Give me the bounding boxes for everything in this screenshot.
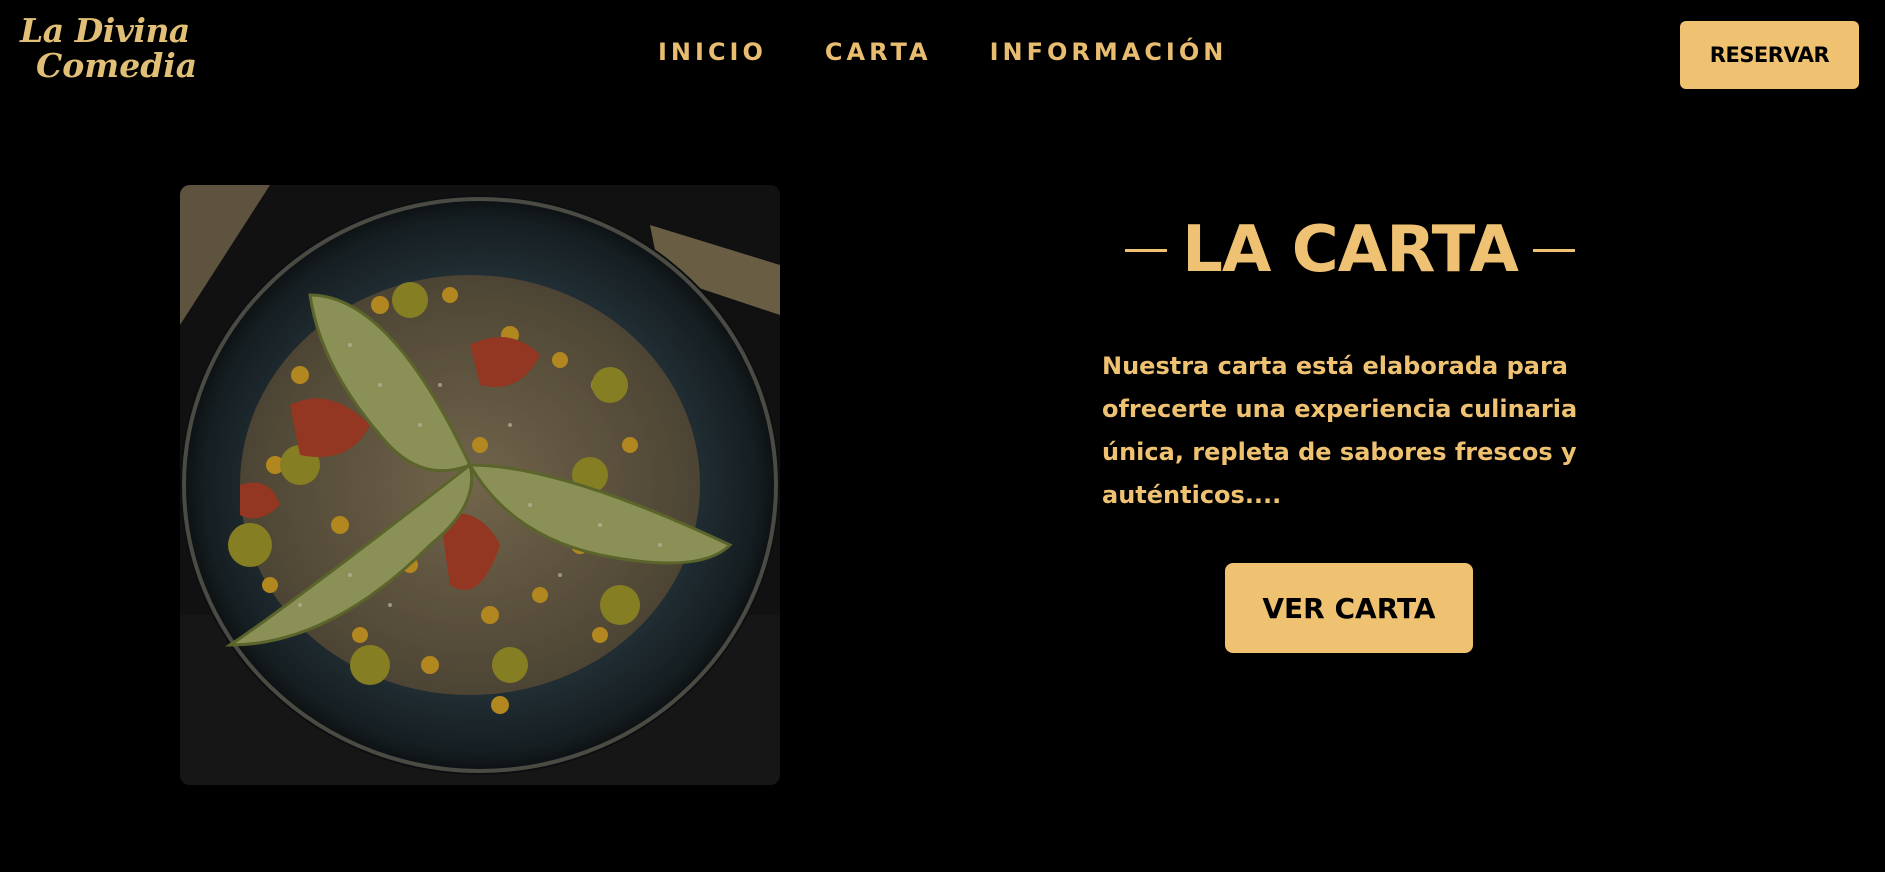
dish-photo: [180, 185, 780, 785]
nav-item-inicio[interactable]: INICIO: [658, 38, 767, 66]
reserve-button[interactable]: RESERVAR: [1680, 21, 1859, 89]
main-nav: INICIO CARTA INFORMACIÓN: [658, 38, 1227, 66]
nav-item-informacion[interactable]: INFORMACIÓN: [990, 38, 1228, 66]
section-title: LA CARTA: [1182, 213, 1519, 287]
nav-item-carta[interactable]: CARTA: [825, 38, 932, 66]
logo[interactable]: La Divina Comedia: [20, 11, 198, 94]
page: La Divina Comedia INICIO CARTA INFORMACI…: [0, 0, 1885, 872]
section-description: Nuestra carta está elaborada para ofrece…: [1102, 352, 1578, 509]
logo-line-2: Comedia: [36, 46, 198, 85]
section-heading: LA CARTA: [1110, 212, 1590, 288]
logo-line-1: La Divina: [20, 11, 190, 50]
heading-rule-right: [1532, 248, 1575, 252]
view-menu-button[interactable]: VER CARTA: [1225, 563, 1473, 653]
dish-illustration: [180, 185, 780, 785]
heading-rule-left: [1125, 248, 1168, 252]
